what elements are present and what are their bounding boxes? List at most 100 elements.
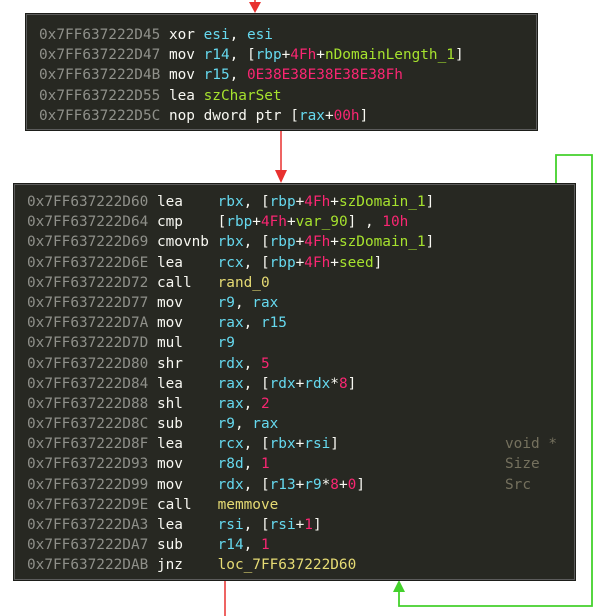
register-operand[interactable]: rsi <box>218 517 244 533</box>
register-operand[interactable]: rax <box>252 295 278 311</box>
variable-operand[interactable]: var_90 <box>296 214 348 230</box>
instruction-address[interactable]: 0x7FF637222D69 <box>27 234 148 250</box>
instruction-address[interactable]: 0x7FF637222D8F <box>27 436 148 452</box>
instruction-row[interactable]: 0x7FF637222D9E call memmove <box>27 495 434 515</box>
instruction-address[interactable]: 0x7FF637222D93 <box>27 456 148 472</box>
instruction-row[interactable]: 0x7FF637222D6E lea rcx, [rbp+4Fh+seed] <box>27 253 434 273</box>
instruction-address[interactable]: 0x7FF637222D77 <box>27 295 148 311</box>
register-operand[interactable]: r9 <box>304 477 321 493</box>
register-operand[interactable]: rbx <box>218 234 244 250</box>
symbol-operand[interactable]: memmove <box>218 497 279 513</box>
instruction-mnemonic: call <box>156 496 218 513</box>
instruction-row[interactable]: 0x7FF637222D80 shr rdx, 5 <box>27 354 434 374</box>
instruction-address[interactable]: 0x7FF637222DA7 <box>27 537 148 553</box>
basic-block-prologue[interactable]: 0x7FF637222D45 xor esi, esi 0x7FF637222D4… <box>26 14 537 130</box>
instruction-address[interactable]: 0x7FF637222DA3 <box>27 517 148 533</box>
variable-operand[interactable]: szDomain_1 <box>339 234 426 250</box>
instruction-address[interactable]: 0x7FF637222D8C <box>27 416 148 432</box>
instruction-address[interactable]: 0x7FF637222D9E <box>27 497 148 513</box>
register-operand[interactable]: rbp <box>270 194 296 210</box>
register-operand[interactable]: rbx <box>270 436 296 452</box>
register-operand[interactable]: r15 <box>261 315 287 331</box>
instruction-row[interactable]: 0x7FF637222D5C nop dword ptr [rax+00h] <box>39 106 464 126</box>
register-operand[interactable]: rbp <box>226 214 252 230</box>
instruction-row[interactable]: 0x7FF637222D55 lea szCharSet <box>39 86 464 106</box>
register-operand[interactable]: rbx <box>218 194 244 210</box>
register-operand[interactable]: r13 <box>270 477 296 493</box>
register-operand[interactable]: rax <box>252 416 278 432</box>
instruction-address[interactable]: 0x7FF637222D84 <box>27 376 148 392</box>
register-operand[interactable]: esi <box>247 27 273 43</box>
operand-punctuation: + <box>316 47 325 64</box>
register-operand[interactable]: r8d <box>218 456 244 472</box>
register-operand[interactable]: rcx <box>218 255 244 271</box>
instruction-row[interactable]: 0x7FF637222D7A mov rax, r15 <box>27 313 434 333</box>
variable-operand[interactable]: szCharSet <box>204 88 282 104</box>
register-operand[interactable]: r14 <box>204 47 230 63</box>
variable-operand[interactable]: seed <box>339 255 374 271</box>
register-operand[interactable]: esi <box>204 27 230 43</box>
operand-punctuation: * <box>330 375 339 392</box>
register-operand[interactable]: rdx <box>270 376 296 392</box>
register-operand[interactable]: rbp <box>270 255 296 271</box>
instruction-row[interactable]: 0x7FF637222D7D mul r9 <box>27 333 434 353</box>
register-operand[interactable]: rdx <box>304 376 330 392</box>
register-operand[interactable]: rbp <box>256 47 282 63</box>
instruction-row[interactable]: 0x7FF637222D77 mov r9, rax <box>27 293 434 313</box>
instruction-row[interactable]: 0x7FF637222D72 call rand_0 <box>27 273 434 293</box>
instruction-row[interactable]: 0x7FF637222D8C sub r9, rax <box>27 414 434 434</box>
register-operand[interactable]: rax <box>218 396 244 412</box>
instruction-address[interactable]: 0x7FF637222D64 <box>27 214 148 230</box>
instruction-row[interactable]: 0x7FF637222D84 lea rax, [rdx+rdx*8] <box>27 374 434 394</box>
register-operand[interactable]: r9 <box>218 295 235 311</box>
variable-operand[interactable]: szDomain_1 <box>339 194 426 210</box>
instruction-address[interactable]: 0x7FF637222D88 <box>27 396 148 412</box>
instruction-row[interactable]: 0x7FF637222D4B mov r15, 0E38E38E38E38E38… <box>39 65 464 85</box>
instruction-row[interactable]: 0x7FF637222D99 mov rdx, [r13+r9*8+0] <box>27 475 434 495</box>
instruction-address[interactable]: 0x7FF637222D80 <box>27 356 148 372</box>
instruction-row[interactable]: 0x7FF637222DA7 sub r14, 1 <box>27 535 434 555</box>
instruction-row[interactable]: 0x7FF637222D64 cmp [rbp+4Fh+var_90] , 10… <box>27 212 434 232</box>
instruction-address[interactable]: 0x7FF637222D47 <box>39 47 160 63</box>
register-operand[interactable]: rax <box>299 108 325 124</box>
symbol-operand[interactable]: rand_0 <box>218 275 270 291</box>
immediate-operand: 8 <box>330 476 339 493</box>
register-operand[interactable]: rax <box>218 376 244 392</box>
instruction-row[interactable]: 0x7FF637222D47 mov r14, [rbp+4Fh+nDomain… <box>39 45 464 65</box>
register-operand[interactable]: r9 <box>218 416 235 432</box>
register-operand[interactable]: rsi <box>270 517 296 533</box>
instruction-row[interactable]: 0x7FF637222D45 xor esi, esi <box>39 25 464 45</box>
register-operand[interactable]: rax <box>218 315 244 331</box>
register-operand[interactable]: rcx <box>218 436 244 452</box>
instruction-address[interactable]: 0x7FF637222D60 <box>27 194 148 210</box>
basic-block-loop[interactable]: 0x7FF637222D60 lea rbx, [rbp+4Fh+szDomai… <box>14 184 575 580</box>
register-operand[interactable]: rsi <box>304 436 330 452</box>
instruction-address[interactable]: 0x7FF637222DAB <box>27 557 148 573</box>
instruction-address[interactable]: 0x7FF637222D6E <box>27 255 148 271</box>
operand-punctuation: ] <box>356 476 365 493</box>
instruction-mnemonic: mov <box>156 476 218 493</box>
instruction-address[interactable]: 0x7FF637222D7D <box>27 335 148 351</box>
instruction-address[interactable]: 0x7FF637222D7A <box>27 315 148 331</box>
instruction-row[interactable]: 0x7FF637222D60 lea rbx, [rbp+4Fh+szDomai… <box>27 192 434 212</box>
instruction-row[interactable]: 0x7FF637222D69 cmovnb rbx, [rbp+4Fh+szDo… <box>27 232 434 252</box>
register-operand[interactable]: r14 <box>218 537 244 553</box>
register-operand[interactable]: r9 <box>218 335 235 351</box>
register-operand[interactable]: rbp <box>270 234 296 250</box>
symbol-operand[interactable]: loc_7FF637222D60 <box>218 557 357 573</box>
instruction-row[interactable]: 0x7FF637222DAB jnz loc_7FF637222D60 <box>27 555 434 575</box>
instruction-row[interactable]: 0x7FF637222D8F lea rcx, [rbx+rsi] <box>27 434 434 454</box>
register-operand[interactable]: rdx <box>218 356 244 372</box>
instruction-row[interactable]: 0x7FF637222D88 shl rax, 2 <box>27 394 434 414</box>
instruction-address[interactable]: 0x7FF637222D55 <box>39 88 160 104</box>
instruction-address[interactable]: 0x7FF637222D5C <box>39 108 160 124</box>
register-operand[interactable]: rdx <box>218 477 244 493</box>
instruction-address[interactable]: 0x7FF637222D99 <box>27 477 148 493</box>
instruction-address[interactable]: 0x7FF637222D72 <box>27 275 148 291</box>
instruction-row[interactable]: 0x7FF637222D93 mov r8d, 1 <box>27 454 434 474</box>
variable-operand[interactable]: nDomainLength_1 <box>325 47 455 63</box>
instruction-row[interactable]: 0x7FF637222DA3 lea rsi, [rsi+1] <box>27 515 434 535</box>
instruction-address[interactable]: 0x7FF637222D45 <box>39 27 160 43</box>
register-operand[interactable]: r15 <box>204 67 230 83</box>
instruction-address[interactable]: 0x7FF637222D4B <box>39 67 160 83</box>
